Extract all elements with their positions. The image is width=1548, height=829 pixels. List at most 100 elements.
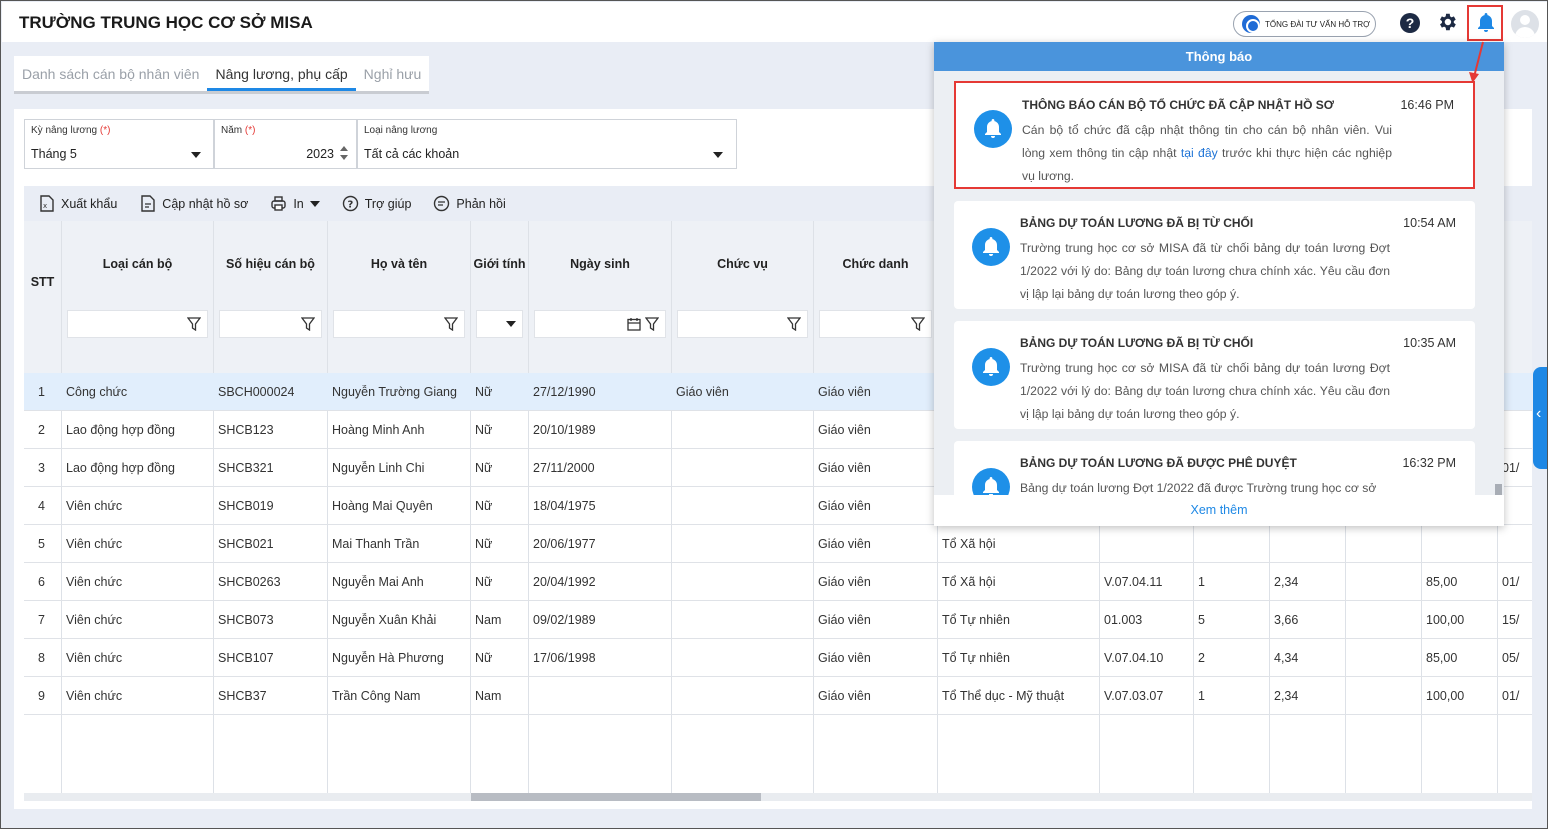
filter-job-title[interactable]	[819, 310, 932, 338]
tab-salary-raise[interactable]: Nâng lương, phụ cấp	[207, 56, 356, 91]
cell-position: Giáo viên	[676, 385, 729, 399]
feedback-button[interactable]: Phản hồi	[433, 195, 506, 212]
cell-stt: 9	[38, 689, 45, 703]
scrollbar-thumb[interactable]	[471, 793, 761, 801]
cell-code: SHCB019	[218, 499, 274, 513]
update-profile-button[interactable]: Cập nhật hồ sơ	[139, 195, 248, 212]
cell-gender: Nữ	[475, 575, 493, 589]
help-button[interactable]: ? Trợ giúp	[342, 195, 411, 212]
update-profile-label: Cập nhật hồ sơ	[162, 196, 249, 211]
table-row[interactable]: 6 Viên chức SHCB0263 Nguyễn Mai Anh Nữ 20/04/…	[24, 563, 1532, 601]
cell-date: 05/	[1502, 651, 1520, 665]
column-header-full-name: Họ và tên	[370, 257, 428, 271]
notification-item[interactable]: THÔNG BÁO CÁN BỘ TỔ CHỨC ĐÃ CẬP NHẬT HỒ …	[954, 81, 1475, 189]
print-button[interactable]: In	[270, 195, 320, 212]
cell-group: Tổ Xã hội	[942, 537, 996, 551]
cell-step: 2	[1198, 651, 1205, 665]
notification-item[interactable]: BẢNG DỰ TOÁN LƯƠNG ĐÃ BỊ TỪ CHỐI 10:54 A…	[954, 201, 1475, 309]
filter-gender[interactable]	[476, 310, 523, 338]
cell-gender: Nữ	[475, 385, 493, 399]
cell-title: Giáo viên	[818, 499, 871, 513]
cell-coef: 2,34	[1274, 575, 1299, 589]
cell-type: Viên chức	[66, 537, 123, 551]
cell-group: Tổ Tự nhiên	[942, 651, 1010, 665]
cell-dob: 27/11/2000	[533, 461, 595, 475]
cell-code: SHCB107	[218, 651, 274, 665]
app-header: TRƯỜNG TRUNG HỌC CƠ SỞ MISA TỔNG ĐÀI TƯ …	[2, 2, 1547, 42]
notification-item[interactable]: BẢNG DỰ TOÁN LƯƠNG ĐÃ BỊ TỪ CHỐI 10:35 A…	[954, 321, 1475, 429]
column-header-dob: Ngày sinh	[570, 257, 630, 271]
cell-name: Nguyễn Linh Chi	[332, 461, 425, 475]
table-row[interactable]: 8 Viên chức SHCB107 Nguyễn Hà Phương Nữ 17/06…	[24, 639, 1532, 677]
calendar-icon[interactable]	[627, 317, 641, 331]
cell-type: Viên chức	[66, 575, 123, 589]
table-row[interactable]: 5 Viên chức SHCB021 Mai Thanh Trần Nữ 20/06/1…	[24, 525, 1532, 563]
document-edit-icon	[141, 195, 155, 212]
notification-title: BẢNG DỰ TOÁN LƯƠNG ĐÃ BỊ TỪ CHỐI	[1020, 216, 1254, 230]
phone-icon	[1242, 15, 1260, 33]
raise-type-select[interactable]: Loại nâng lương Tất cả các khoản	[357, 119, 737, 169]
notification-button[interactable]	[1467, 5, 1503, 41]
column-header-staff-type: Loại cán bộ	[102, 257, 173, 271]
gear-icon[interactable]	[1436, 11, 1458, 33]
tab-bar: Danh sách cán bộ nhân viên Nâng lương, p…	[14, 56, 430, 94]
side-panel-toggle[interactable]	[1533, 367, 1547, 469]
notification-list: THÔNG BÁO CÁN BỘ TỔ CHỨC ĐÃ CẬP NHẬT HỒ …	[934, 71, 1504, 495]
filter-dob[interactable]	[534, 310, 666, 338]
notification-title: THÔNG BÁO CÁN BỘ TỔ CHỨC ĐÃ CẬP NHẬT HỒ …	[1022, 98, 1334, 112]
cell-title: Giáo viên	[818, 689, 871, 703]
cell-gender: Nữ	[475, 537, 493, 551]
table-row[interactable]: 7 Viên chức SHCB073 Nguyễn Xuân Khải Nam 09/0…	[24, 601, 1532, 639]
filter-staff-code[interactable]	[219, 310, 322, 338]
notification-item[interactable]: BẢNG DỰ TOÁN LƯƠNG ĐÃ ĐƯỢC PHÊ DUYỆT 16:…	[954, 441, 1475, 495]
tab-retirement[interactable]: Nghỉ hưu	[356, 56, 430, 91]
feedback-label: Phản hồi	[456, 196, 506, 211]
notification-title: BẢNG DỰ TOÁN LƯƠNG ĐÃ ĐƯỢC PHÊ DUYỆT	[1020, 456, 1297, 470]
cell-gender: Nữ	[475, 499, 493, 513]
cell-code: SHCB021	[218, 537, 274, 551]
year-label-text: Năm	[221, 125, 243, 136]
hotline-label: TỔNG ĐÀI TƯ VẤN HỖ TRỢ	[1265, 19, 1370, 29]
period-label: Kỳ nâng lương (*)	[31, 125, 110, 136]
annotation-arrow	[1469, 41, 1484, 83]
notification-time: 10:54 AM	[1403, 216, 1456, 230]
cell-grade: 01.003	[1104, 613, 1143, 627]
cell-gender: Nữ	[475, 461, 493, 475]
cell-title: Giáo viên	[818, 461, 871, 475]
hotline-button[interactable]: TỔNG ĐÀI TƯ VẤN HỖ TRỢ	[1233, 11, 1376, 37]
cell-grade: V.07.04.11	[1104, 575, 1163, 589]
notification-link[interactable]: tại đây	[1181, 146, 1218, 160]
stepper-arrows-icon[interactable]	[339, 144, 349, 162]
filter-icon[interactable]	[787, 317, 801, 331]
cell-group: Tổ Tự nhiên	[942, 613, 1010, 627]
help-icon[interactable]: ?	[1400, 13, 1420, 33]
cell-group: Tổ Thể dục - Mỹ thuật	[942, 689, 1065, 703]
cell-stt: 1	[38, 385, 45, 399]
cell-code: SHCB123	[218, 423, 274, 437]
filter-icon[interactable]	[301, 317, 315, 331]
tab-staff-list[interactable]: Danh sách cán bộ nhân viên	[14, 56, 207, 91]
filter-full-name[interactable]	[333, 310, 465, 338]
filter-icon[interactable]	[911, 317, 925, 331]
see-more-link[interactable]: Xem thêm	[934, 495, 1504, 526]
notification-scrollbar[interactable]	[1493, 106, 1504, 495]
cell-coef: 4,34	[1274, 651, 1299, 665]
cell-stt: 4	[38, 499, 45, 513]
scrollbar-thumb[interactable]	[1495, 484, 1502, 495]
filter-icon[interactable]	[444, 317, 458, 331]
cell-title: Giáo viên	[818, 651, 871, 665]
table-row[interactable]: 9 Viên chức SHCB37 Trần Công Nam Nam Giáo viê…	[24, 677, 1532, 715]
export-button[interactable]: x Xuất khẩu	[38, 195, 117, 212]
horizontal-scrollbar[interactable]	[24, 793, 1532, 801]
cell-pct: 100,00	[1426, 613, 1465, 627]
filter-staff-type[interactable]	[67, 310, 208, 338]
question-circle-icon: ?	[342, 195, 358, 212]
filter-icon[interactable]	[645, 317, 659, 331]
notification-time: 10:35 AM	[1403, 336, 1456, 350]
avatar[interactable]	[1511, 10, 1539, 38]
year-stepper[interactable]: Năm (*) 2023	[214, 119, 357, 169]
cell-code: SHCB321	[218, 461, 274, 475]
filter-icon[interactable]	[187, 317, 201, 331]
filter-position[interactable]	[677, 310, 808, 338]
period-select[interactable]: Kỳ nâng lương (*) Tháng 5	[24, 119, 214, 169]
